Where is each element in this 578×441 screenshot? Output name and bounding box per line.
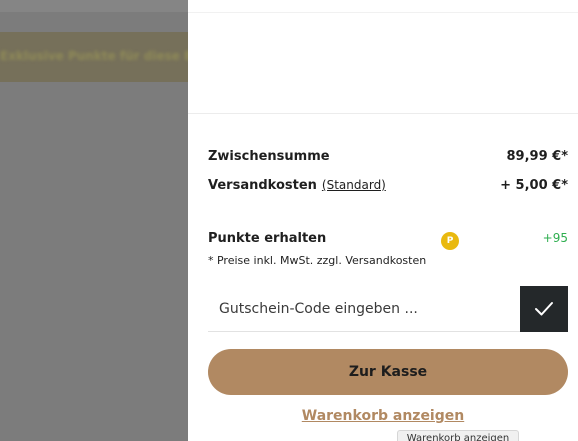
page-overlay[interactable]: Exklusive Punkte für diese Bestellung: [0, 0, 188, 441]
checkout-button[interactable]: Zur Kasse: [208, 349, 568, 395]
subtotal-value: 89,99 €*: [506, 149, 569, 164]
check-icon: [535, 302, 553, 316]
shipping-label: Versandkosten: [208, 178, 317, 193]
points-coin-icon: P: [441, 232, 459, 250]
cart-items-area: [188, 0, 578, 114]
voucher-input[interactable]: [208, 286, 520, 332]
shipping-label-group: Versandkosten (Standard): [208, 178, 386, 193]
points-label: Punkte erhalten: [208, 231, 327, 246]
subtotal-row: Zwischensumme 89,99 €*: [208, 149, 568, 171]
price-note: * Preise inkl. MwSt. zzgl. Versandkosten: [208, 254, 427, 267]
background-promo-text: Exklusive Punkte für diese Bestellung: [0, 49, 188, 63]
points-row: Punkte erhalten P +95: [208, 231, 568, 253]
shipping-value: + 5,00 €*: [500, 178, 568, 193]
background-promo-banner: Exklusive Punkte für diese Bestellung: [0, 32, 188, 82]
points-value: +95: [542, 231, 568, 245]
background-header: [0, 0, 188, 12]
view-cart-tooltip: Warenkorb anzeigen: [397, 430, 519, 441]
cart-drawer: Zwischensumme 89,99 €* Versandkosten (Sta…: [188, 0, 578, 441]
shipping-method-link[interactable]: (Standard): [322, 178, 386, 192]
subtotal-label: Zwischensumme: [208, 149, 330, 164]
voucher-form: [208, 286, 568, 332]
voucher-submit-button[interactable]: [520, 286, 568, 332]
divider: [188, 12, 578, 13]
shipping-row: Versandkosten (Standard) + 5,00 €*: [208, 178, 568, 200]
view-cart-link[interactable]: Warenkorb anzeigen: [188, 408, 578, 424]
